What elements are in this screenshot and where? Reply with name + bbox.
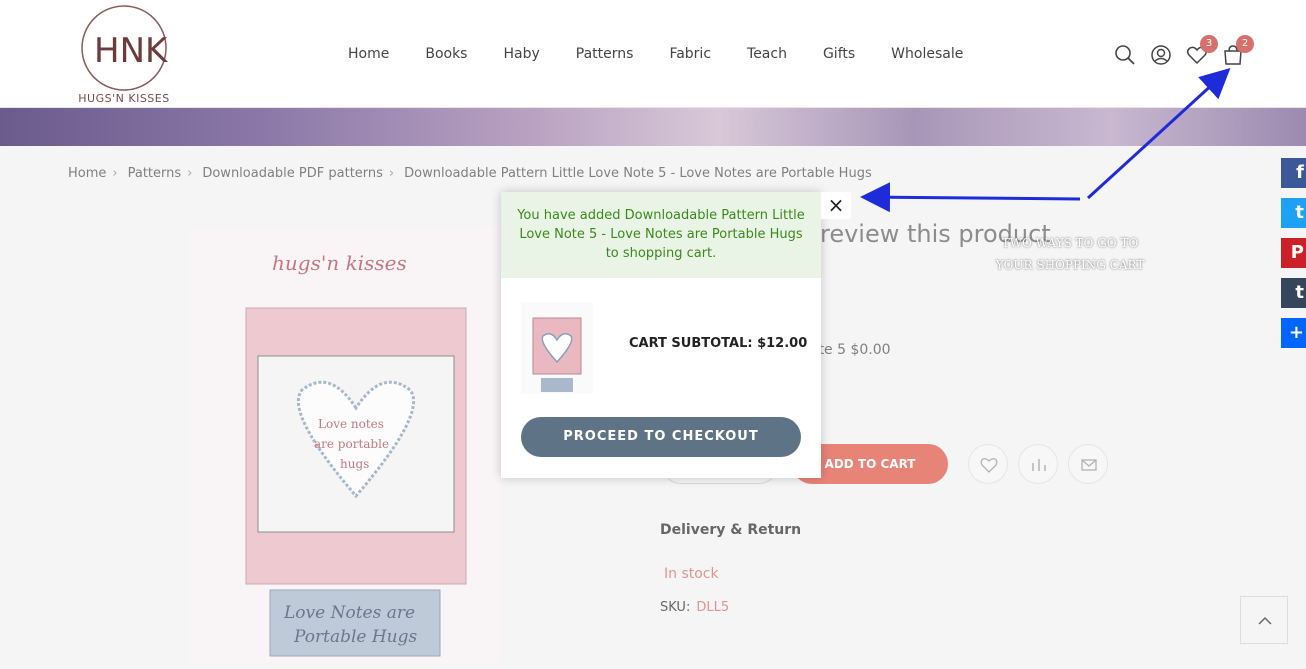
site-logo[interactable]: HNK HUGS'N KISSES [76, 2, 172, 106]
sku-value: DLL5 [696, 600, 730, 615]
added-to-cart-popup: You have added Downloadable Pattern Litt… [501, 192, 821, 478]
breadcrumb-pdf-patterns[interactable]: Downloadable PDF patterns [202, 166, 383, 181]
nav-wholesale[interactable]: Wholesale [891, 46, 963, 62]
search-icon[interactable] [1112, 42, 1138, 68]
breadcrumb: Home › Patterns › Downloadable PDF pattern… [68, 166, 878, 181]
nav-gifts[interactable]: Gifts [823, 46, 855, 62]
product-price-line: ote 5 $0.00 [810, 342, 891, 358]
breadcrumb-home[interactable]: Home [68, 166, 106, 181]
svg-text:hugs: hugs [340, 457, 369, 471]
proceed-to-checkout-button[interactable]: PROCEED TO CHECKOUT [521, 417, 801, 457]
svg-text:Love Notes are: Love Notes are [283, 603, 415, 623]
delivery-return-link[interactable]: Delivery & Return [660, 522, 801, 538]
close-icon[interactable]: × [821, 192, 851, 219]
annotation-text: TWO WAYS TO GO TO YOUR SHOPPING CART [990, 232, 1150, 276]
back-to-top-button[interactable] [1240, 596, 1288, 644]
page-banner [0, 108, 1306, 146]
email-friend-button[interactable] [1068, 444, 1108, 484]
compare-icon [1032, 459, 1046, 471]
main-nav: Home Books Haby Patterns Fabric Teach Gi… [330, 46, 981, 62]
account-icon[interactable] [1148, 42, 1174, 68]
sku-label: SKU: [660, 600, 691, 615]
product-image[interactable]: hugs'n kisses Love notes are portable hu… [190, 228, 500, 664]
wishlist-icon[interactable]: 3 [1184, 35, 1218, 68]
nav-teach[interactable]: Teach [747, 46, 787, 62]
tumblr-icon[interactable]: t [1281, 278, 1306, 308]
social-share-bar: f t P t + [1281, 158, 1306, 358]
breadcrumb-patterns[interactable]: Patterns [128, 166, 182, 181]
nav-fabric[interactable]: Fabric [669, 46, 711, 62]
chevron-right-icon: › [112, 166, 118, 181]
facebook-icon[interactable]: f [1281, 158, 1306, 188]
site-header: HNK HUGS'N KISSES Home Books Haby Patter… [0, 0, 1306, 108]
svg-text:Portable Hugs: Portable Hugs [293, 627, 418, 647]
breadcrumb-current: Downloadable Pattern Little Love Note 5 … [404, 166, 872, 181]
cart-item-thumbnail [521, 302, 593, 394]
chevron-right-icon: › [187, 166, 193, 181]
cart-icon[interactable]: 2 [1220, 35, 1254, 68]
nav-home[interactable]: Home [348, 46, 389, 62]
svg-text:hugs'n kisses: hugs'n kisses [272, 251, 407, 275]
share-more-icon[interactable]: + [1281, 318, 1306, 348]
logo-text: HUGS'N KISSES [78, 92, 170, 105]
nav-haby[interactable]: Haby [503, 46, 539, 62]
heart-icon [980, 458, 998, 473]
logo-mark-icon: HNK [81, 5, 169, 91]
chevron-right-icon: › [388, 166, 395, 181]
compare-button[interactable] [1018, 444, 1058, 484]
svg-text:HNK: HNK [94, 31, 169, 71]
cart-count-badge: 2 [1236, 35, 1254, 53]
svg-text:Love notes: Love notes [318, 417, 384, 431]
pinterest-icon[interactable]: P [1281, 238, 1306, 268]
added-to-cart-message: You have added Downloadable Pattern Litt… [501, 192, 821, 278]
sku-line: SKU: DLL5 [660, 600, 729, 615]
wishlist-button[interactable] [968, 444, 1008, 484]
wishlist-count-badge: 3 [1200, 35, 1218, 53]
svg-text:are portable: are portable [314, 437, 389, 451]
chevron-up-icon [1258, 616, 1272, 625]
twitter-icon[interactable]: t [1281, 198, 1306, 228]
nav-books[interactable]: Books [425, 46, 467, 62]
mail-icon [1081, 459, 1097, 471]
header-icons: 3 2 [1112, 35, 1254, 72]
annotation-line-1: TWO WAYS TO GO TO [1001, 236, 1139, 250]
nav-patterns[interactable]: Patterns [576, 46, 634, 62]
stock-status: In stock [664, 566, 719, 582]
cart-subtotal: CART SUBTOTAL: $12.00 [629, 336, 808, 351]
annotation-line-2: YOUR SHOPPING CART [995, 258, 1145, 272]
